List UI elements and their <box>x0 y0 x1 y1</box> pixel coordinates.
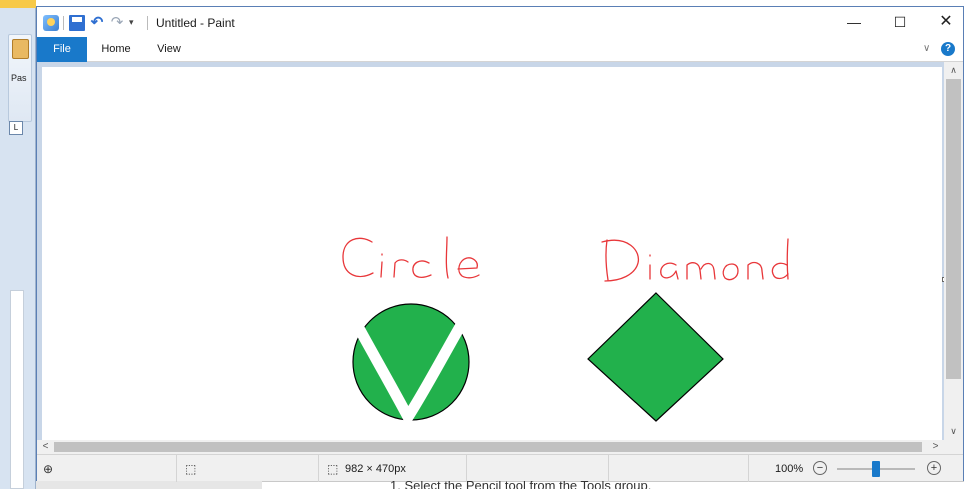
cursor-position-icon: ⊕ <box>43 462 54 476</box>
image-size-text: 982 × 470px <box>345 463 406 475</box>
save-icon[interactable] <box>69 15 85 31</box>
horizontal-scrollbar[interactable]: < > <box>37 440 944 454</box>
minimize-button[interactable]: — <box>831 7 877 37</box>
scroll-right-button[interactable]: > <box>927 440 944 454</box>
tab-home[interactable]: Home <box>95 37 137 62</box>
scroll-up-button[interactable]: ∧ <box>944 62 963 79</box>
zoom-level: 100% <box>775 463 804 475</box>
paint-app-icon[interactable] <box>43 15 59 31</box>
scroll-down-button[interactable]: ∨ <box>944 423 963 440</box>
handwritten-label-diamond <box>601 238 789 282</box>
horizontal-scroll-thumb[interactable] <box>54 442 922 452</box>
image-size-cell: ⬚ 982 × 470px <box>319 455 467 482</box>
selection-size-cell: ⬚ <box>177 455 319 482</box>
green-diamond-shape <box>587 292 724 422</box>
canvas-workspace: ∧ ∨ < > <box>37 62 963 454</box>
close-button[interactable]: ✕ <box>923 7 964 37</box>
help-icon[interactable]: ? <box>941 42 955 56</box>
image-size-icon: ⬚ <box>327 462 339 476</box>
status-bar: ⊕ ⬚ ⬚ 982 × 470px 100% − + <box>37 454 963 482</box>
scroll-left-button[interactable]: < <box>37 440 54 454</box>
title-separator <box>147 16 148 30</box>
background-paste-button[interactable]: Pas <box>8 34 32 122</box>
title-bar[interactable]: ↶ ↷ ▾ Untitled - Paint — ☐ ✕ <box>37 7 963 37</box>
ribbon-tab-bar: File Home View ∨ ? <box>37 37 963 62</box>
customize-qat-dropdown[interactable]: ▾ <box>129 17 139 28</box>
background-app-panel: Pas L <box>0 0 36 489</box>
vertical-scroll-thumb[interactable] <box>946 79 961 379</box>
vertical-ruler <box>10 290 24 489</box>
undo-icon[interactable]: ↶ <box>89 15 105 31</box>
background-document-margin <box>36 481 262 489</box>
maximize-button[interactable]: ☐ <box>877 7 923 37</box>
zoom-slider-thumb[interactable] <box>872 461 880 477</box>
ribbon-collapse-icon[interactable]: ∨ <box>923 43 930 54</box>
window-title: Untitled - Paint <box>156 16 235 30</box>
status-spacer-cell <box>609 455 749 482</box>
canvas-drawing <box>342 236 789 423</box>
clipboard-icon <box>12 39 29 59</box>
redo-icon[interactable]: ↷ <box>109 15 125 31</box>
background-app-logo <box>0 0 36 8</box>
handwritten-label-circle <box>342 236 480 279</box>
paint-window: ↶ ↷ ▾ Untitled - Paint — ☐ ✕ File Home V… <box>36 6 964 482</box>
zoom-in-button[interactable]: + <box>927 461 941 475</box>
tab-view[interactable]: View <box>149 37 189 62</box>
cursor-position-cell: ⊕ <box>37 455 177 482</box>
vertical-scrollbar[interactable]: ∧ ∨ <box>944 62 963 440</box>
green-circle-shape <box>352 303 470 423</box>
selection-size-icon: ⬚ <box>185 462 197 476</box>
drawing-canvas[interactable] <box>42 67 942 440</box>
zoom-out-button[interactable]: − <box>813 461 827 475</box>
ruler-tab-button[interactable]: L <box>9 121 23 135</box>
tab-file[interactable]: File <box>37 37 87 62</box>
qat-separator <box>63 16 64 30</box>
scrollbar-corner <box>944 440 963 454</box>
file-size-cell <box>467 455 609 482</box>
paste-label: Pas <box>11 73 27 83</box>
